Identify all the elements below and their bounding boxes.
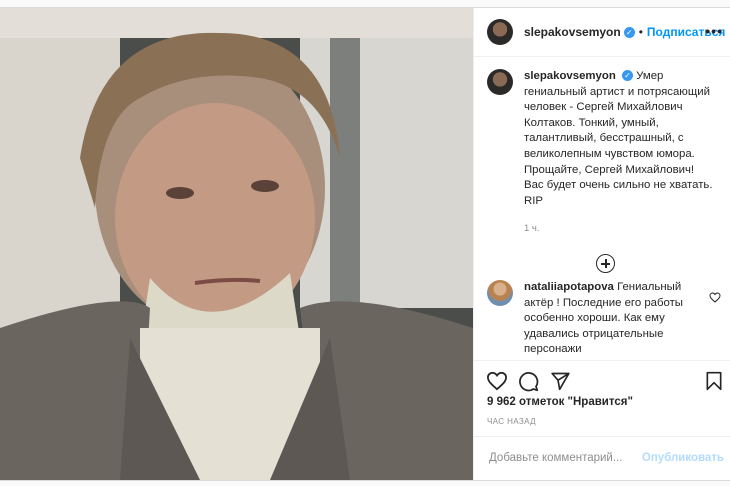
likes-count[interactable]: 9 962 отметок "Нравится"	[487, 396, 633, 408]
verified-badge-icon: ✓	[621, 70, 633, 82]
comment-item: nataliiapotapova Гениальный актёр ! Посл…	[487, 280, 723, 358]
separator-dot: •	[638, 25, 643, 39]
author-username[interactable]: slepakovsemyon	[524, 25, 621, 39]
post-image[interactable]	[0, 8, 473, 480]
post-timestamp: ЧАС НАЗАД	[487, 417, 536, 426]
post-side-panel: slepakovsemyon ✓ • Подписаться ••• slepa…	[473, 8, 730, 480]
share-icon[interactable]	[550, 371, 571, 391]
comment-icon[interactable]	[518, 371, 539, 392]
verified-badge-icon: ✓	[623, 26, 635, 38]
publish-button[interactable]: Опубликовать	[642, 452, 724, 464]
bookmark-icon[interactable]	[705, 371, 723, 391]
action-bar	[474, 360, 730, 396]
comment-input[interactable]	[487, 451, 641, 465]
post-card: slepakovsemyon ✓ • Подписаться ••• slepa…	[0, 7, 730, 481]
caption-username[interactable]: slepakovsemyon	[524, 70, 616, 82]
more-options-icon[interactable]: •••	[705, 23, 723, 39]
plus-circle-icon[interactable]	[596, 254, 615, 274]
post-header: slepakovsemyon ✓ • Подписаться •••	[474, 8, 730, 57]
comment-username[interactable]: nataliiapotapova	[524, 281, 614, 293]
comment-text: nataliiapotapova Гениальный актёр ! Посл…	[524, 280, 702, 358]
avatar[interactable]	[487, 19, 513, 45]
caption-body: Умер гениальный артист и потрясающий чел…	[524, 70, 713, 207]
add-comment-bar: Опубликовать	[474, 436, 730, 481]
heart-icon[interactable]	[486, 371, 508, 391]
caption-text: slepakovsemyon ✓ Умер гениальный артист …	[524, 69, 716, 209]
commenter-avatar[interactable]	[487, 280, 513, 306]
caption-avatar[interactable]	[487, 69, 513, 95]
heart-icon[interactable]	[709, 292, 721, 303]
caption: slepakovsemyon ✓ Умер гениальный артист …	[474, 57, 730, 209]
portrait-photo	[0, 8, 473, 480]
post-time: 1 ч.	[524, 223, 540, 235]
